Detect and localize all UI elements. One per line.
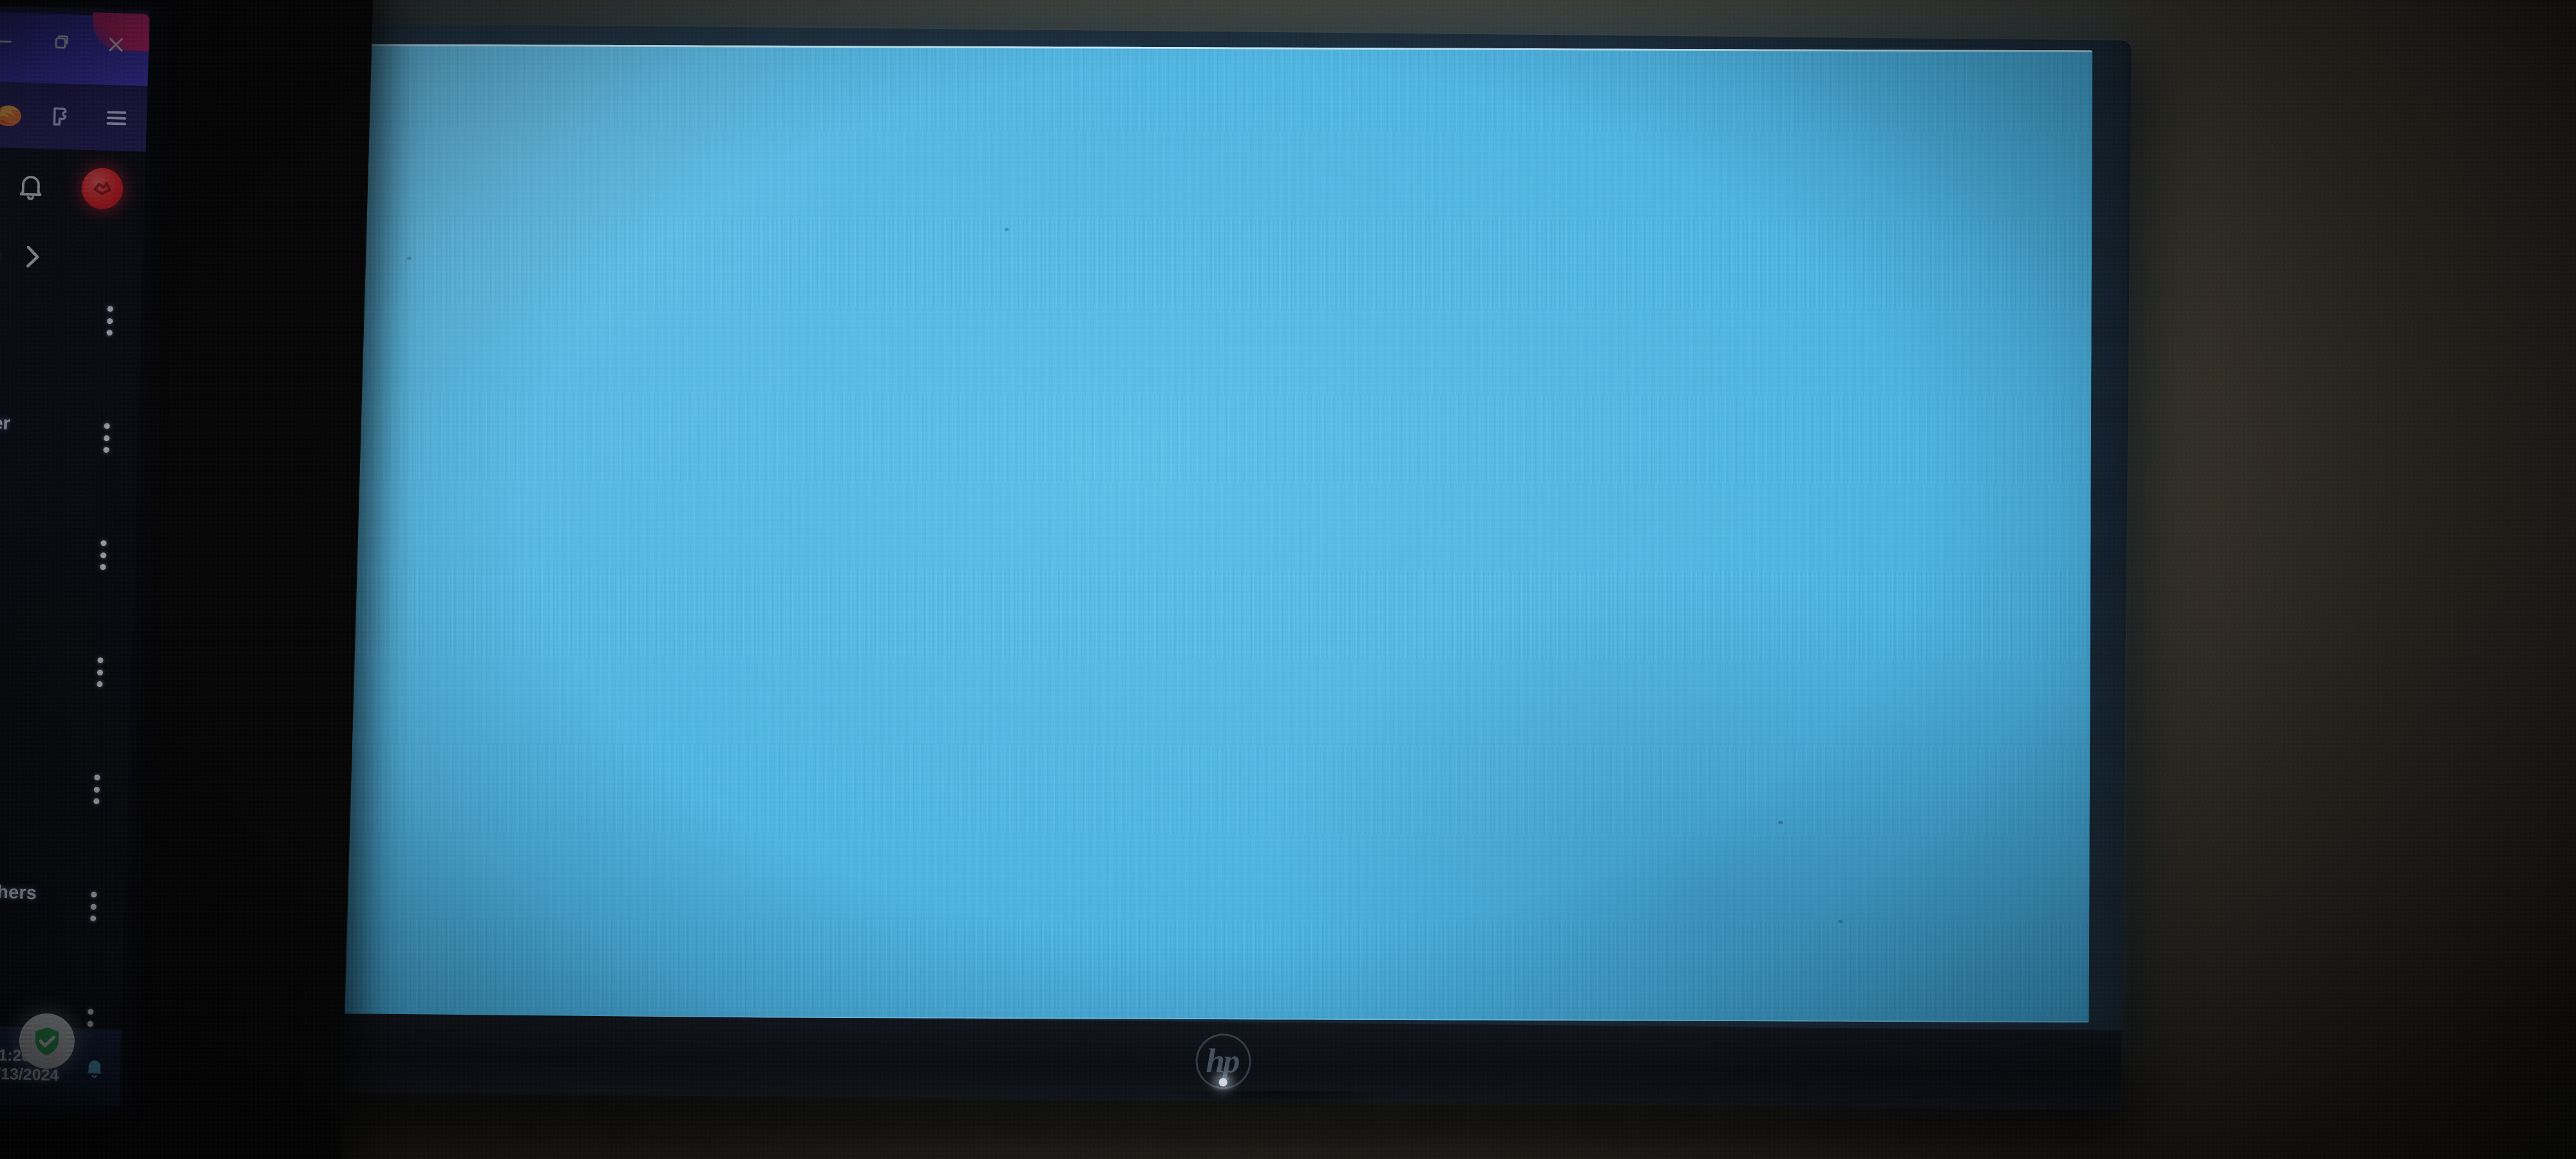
list-item[interactable]: olo Camping, Fishing, & Foraging Food in…: [0, 637, 132, 764]
application-menu-icon[interactable]: [99, 100, 135, 137]
video-title: mpion Can Win 5 While Others Drink Bar..…: [0, 876, 37, 904]
video-meta: on s • 1 year ago: [0, 354, 55, 405]
firefox-tab-strip: [0, 1, 150, 86]
three-dot-menu-icon[interactable]: [82, 888, 105, 925]
youtube-filter-chips: Polarlotus Don: [0, 221, 144, 290]
video-title: Under the Snow in Shelter: [0, 407, 11, 434]
window-controls: [0, 22, 144, 64]
list-item[interactable]: Years Surviving The "Minecraft Clone." s…: [0, 520, 135, 646]
three-dot-menu-icon[interactable]: [88, 654, 111, 691]
laptop: Polarlotus Don 100 Days of Don't on s • …: [0, 0, 374, 1159]
notifications-bell-icon[interactable]: [12, 167, 50, 206]
list-item[interactable]: a Giant NVIDIA PC us Studios vs • 1 mont…: [0, 755, 129, 881]
video-meta: us Studios vs • 1 month ago: [0, 793, 43, 844]
video-meta: or Boys s • 10 months ago: [0, 471, 52, 522]
video-title: a Giant NVIDIA PC: [0, 757, 44, 789]
blue-screen-fill: [342, 44, 2093, 1023]
firefox-view-icon[interactable]: [0, 97, 26, 133]
youtube-video-list: 100 Days of Don't on s • 1 year ago Unde…: [0, 286, 142, 1039]
video-title: Years Surviving The "Minecraft Clone.": [0, 523, 50, 578]
hp-monitor: hp: [325, 23, 2132, 1131]
chevron-right-icon[interactable]: [14, 239, 50, 274]
video-stats: s • 10 months ago: [0, 493, 51, 522]
three-dot-menu-icon[interactable]: [98, 303, 121, 339]
video-title: olo Camping, Fishing, & Foraging Food in…: [0, 640, 47, 695]
list-item[interactable]: Under the Snow in Shelter or Boys s • 10…: [0, 403, 138, 529]
monitor-stand-shadow: [1150, 1089, 1409, 1131]
photo-scene: hp Shelter Others 1:20 11/13/2024: [0, 0, 2576, 1159]
video-meta: s • 1 month ago: [0, 603, 48, 632]
video-meta: or Boys vs • 2 months ago: [0, 706, 45, 757]
channel-avatar[interactable]: [80, 167, 124, 210]
three-dot-menu-icon[interactable]: [95, 420, 118, 457]
extensions-icon[interactable]: [44, 98, 80, 135]
monitor-screen: [342, 44, 2093, 1023]
notification-bell-icon[interactable]: [73, 1028, 116, 1107]
firefox-toolbar: [0, 77, 148, 152]
youtube-masthead: [0, 142, 146, 228]
video-stats: s • 1 month ago: [0, 603, 48, 632]
restore-button[interactable]: [32, 24, 89, 62]
three-dot-menu-icon[interactable]: [91, 537, 115, 574]
video-stats: s • 1 year ago: [0, 375, 54, 404]
video-stats: vs • 1 month ago: [0, 815, 42, 843]
list-item[interactable]: 100 Days of Don't on s • 1 year ago: [0, 286, 142, 412]
minimize-button[interactable]: [0, 22, 33, 61]
video-stats: vs • 2 months ago: [0, 727, 44, 756]
video-stats: vs • 1 month ago: [0, 961, 38, 990]
chip-don[interactable]: Don: [0, 234, 1, 276]
list-item[interactable]: mpion Can Win 5 While Others Drink Bar..…: [0, 871, 126, 997]
video-meta: ld vs • 1 month ago: [0, 940, 39, 991]
three-dot-menu-icon[interactable]: [85, 771, 108, 807]
video-title: 100 Days of Don't: [0, 288, 57, 320]
power-led-indicator: [1218, 1078, 1227, 1087]
close-button[interactable]: [88, 25, 144, 64]
